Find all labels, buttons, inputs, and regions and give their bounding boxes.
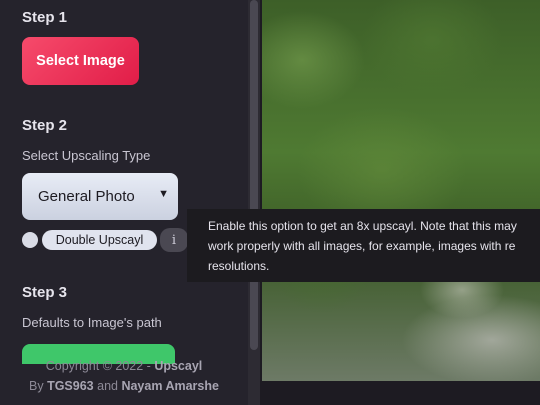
footer-authors: By TGS963 and Nayam Amarshe	[0, 379, 248, 393]
tooltip-line-3: resolutions.	[208, 259, 270, 273]
double-upscayl-tooltip: Enable this option to get an 8x upscayl.…	[187, 209, 540, 282]
by-text: By	[29, 379, 48, 393]
select-image-button[interactable]: Select Image	[22, 37, 139, 85]
tooltip-line-1: Enable this option to get an 8x upscayl.…	[208, 219, 517, 233]
step2-subtitle: Select Upscaling Type	[22, 148, 151, 163]
step3-subtitle: Defaults to Image's path	[22, 315, 162, 330]
chevron-down-icon: ▼	[158, 188, 169, 200]
copyright-text: Copyright © 2022 -	[45, 359, 155, 373]
upscaling-type-select[interactable]: General Photo ▼	[22, 173, 178, 220]
select-value: General Photo	[38, 188, 135, 205]
author2-link[interactable]: Nayam Amarshe	[121, 379, 219, 393]
app-name-link[interactable]: Upscayl	[154, 359, 202, 373]
sidebar: Step 1 Select Image Step 2 Select Upscal…	[0, 0, 248, 405]
image-preview	[262, 0, 540, 381]
sidebar-scrollbar-thumb[interactable]	[250, 0, 258, 350]
step1-title: Step 1	[22, 9, 68, 26]
and-text: and	[93, 379, 122, 393]
double-upscayl-label[interactable]: Double Upscayl	[42, 230, 157, 250]
image-bottom-bar	[262, 381, 540, 405]
author1-link[interactable]: TGS963	[47, 379, 94, 393]
tooltip-line-2: work properly with all images, for examp…	[208, 239, 516, 253]
double-upscayl-checkbox[interactable]	[22, 232, 38, 248]
step3-title: Step 3	[22, 284, 68, 301]
step2-title: Step 2	[22, 117, 68, 134]
footer-copyright: Copyright © 2022 - Upscayl	[0, 359, 248, 373]
info-icon[interactable]: i	[160, 228, 188, 252]
